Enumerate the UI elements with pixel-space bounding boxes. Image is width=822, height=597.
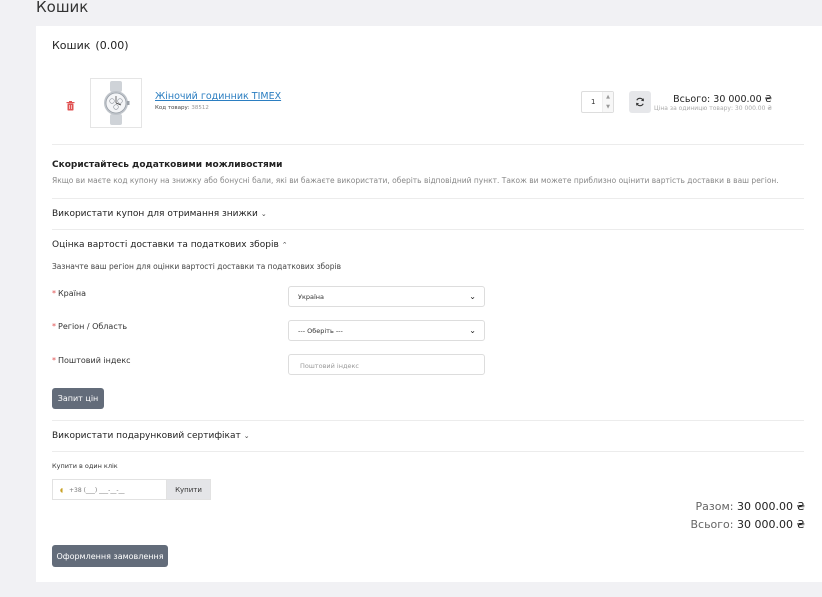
phone-mask: +38 (___) ___-__-__ (69, 487, 125, 494)
page-title: Кошик (36, 0, 89, 16)
divider (52, 144, 804, 145)
region-selected-value: --- Оберіть --- (298, 327, 343, 335)
cart-weight: (0.00) (95, 39, 129, 52)
chevron-up-icon: ⌃ (281, 241, 288, 249)
region-hint: Зазначте ваш регіон для оцінки вартості … (52, 262, 342, 271)
total-row: Всього: 30 000.00 ₴ (690, 518, 805, 531)
watch-image (104, 81, 130, 125)
subtotal-label: Разом: (695, 500, 734, 513)
subtotal-row: Разом: 30 000.00 ₴ (696, 500, 805, 513)
update-quantity-button[interactable] (629, 91, 651, 113)
region-select[interactable]: --- Оберіть --- ⌄ (288, 320, 485, 341)
postcode-placeholder: Поштовий індекс (300, 362, 359, 370)
extras-title: Скористайтесь додатковими можливостями (52, 160, 283, 170)
divider (52, 198, 804, 199)
divider (52, 451, 804, 452)
postcode-label-text: Поштовий індекс (58, 356, 131, 365)
caret-down-icon: ⌄ (469, 292, 476, 301)
coupon-toggle[interactable]: Використати купон для отримання знижки ⌄ (52, 209, 267, 219)
extras-description: Якщо ви маєте код купону на знижку або б… (52, 176, 779, 185)
quantity-stepper[interactable]: 1 ▲ ▼ (581, 91, 614, 113)
shipping-estimate-toggle[interactable]: Оцінка вартості доставки та податкових з… (52, 240, 288, 250)
chevron-down-icon: ⌄ (243, 432, 250, 440)
cart-item-row: Жіночий годинник TIMEX Код товару: 38512… (36, 74, 804, 144)
line-total: Всього: 30 000.00 ₴ (673, 94, 772, 105)
total-label: Всього: (690, 518, 734, 531)
product-name-link[interactable]: Жіночий годинник TIMEX (155, 91, 281, 102)
cart-card: Кошик (0.00) Жіночий годинник TIMEX Код … (36, 26, 822, 582)
divider (52, 229, 804, 230)
sku-value: 38512 (191, 105, 209, 111)
required-mark: * (52, 356, 56, 365)
coupon-toggle-label: Використати купон для отримання знижки (52, 209, 258, 219)
quantity-spin[interactable]: ▲ ▼ (602, 92, 613, 112)
one-click-label: Купити в один клік (52, 462, 118, 470)
flag-icon: ◖ (60, 487, 64, 494)
caret-down-icon: ⌄ (469, 326, 476, 335)
gift-toggle-label: Використати подарунковий сертифікат (52, 431, 241, 441)
required-mark: * (52, 322, 56, 331)
gift-certificate-toggle[interactable]: Використати подарунковий сертифікат ⌄ (52, 431, 250, 441)
region-label: * Регіон / Область (52, 322, 127, 331)
subtotal-value: 30 000.00 ₴ (737, 500, 805, 513)
total-value: 30 000.00 ₴ (737, 518, 805, 531)
refresh-icon (636, 97, 644, 107)
phone-input[interactable]: ◖ +38 (___) ___-__-__ (52, 479, 167, 500)
increment-icon[interactable]: ▲ (603, 92, 613, 102)
required-mark: * (52, 289, 56, 298)
trash-icon[interactable] (66, 96, 75, 111)
postcode-input[interactable]: Поштовий індекс (288, 354, 485, 375)
country-label: * Країна (52, 289, 86, 298)
decrement-icon[interactable]: ▼ (603, 102, 613, 112)
postcode-label: * Поштовий індекс (52, 356, 131, 365)
sku-label: Код товару: (155, 105, 190, 111)
one-click-buy-button[interactable]: Купити (166, 479, 211, 500)
quantity-value[interactable]: 1 (591, 98, 595, 106)
region-label-text: Регіон / Область (58, 322, 128, 331)
product-sku: Код товару: 38512 (155, 105, 209, 111)
country-selected-value: Україна (298, 293, 325, 301)
chevron-down-icon: ⌄ (260, 210, 267, 218)
divider (52, 420, 804, 421)
get-quotes-button[interactable]: Запит цін (52, 388, 104, 409)
product-thumbnail[interactable] (90, 78, 142, 128)
cart-heading: Кошик (0.00) (52, 39, 128, 52)
country-label-text: Країна (58, 289, 87, 298)
checkout-button[interactable]: Оформлення замовлення (52, 545, 168, 567)
country-select[interactable]: Україна ⌄ (288, 286, 485, 307)
unit-price: Ціна за одиницю товару: 30 000.00 ₴ (654, 105, 772, 112)
cart-heading-label: Кошик (52, 39, 91, 52)
shipping-toggle-label: Оцінка вартості доставки та податкових з… (52, 240, 279, 250)
